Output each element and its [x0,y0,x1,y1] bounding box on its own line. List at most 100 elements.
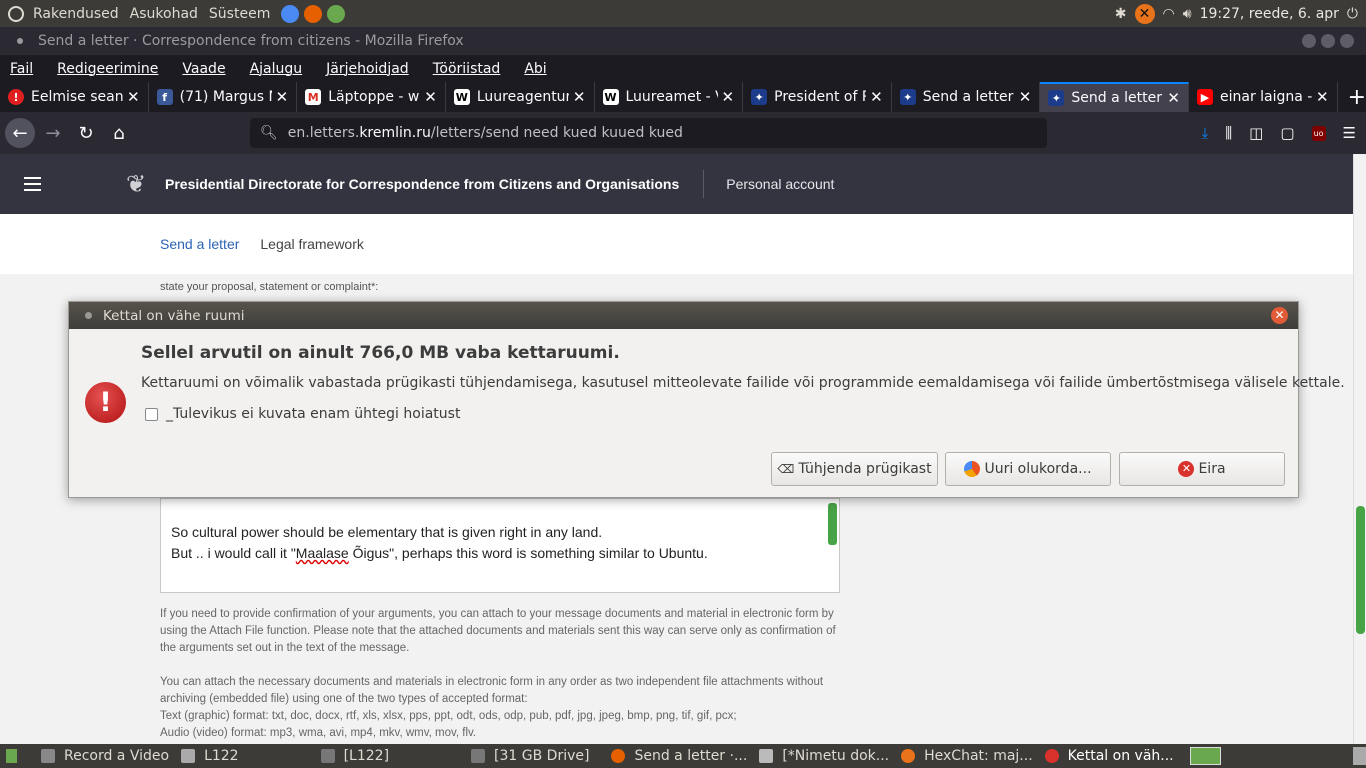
help-formats-text: Text (graphic) format: txt, doc, docx, r… [160,710,737,722]
menu-system[interactable]: Süsteem [209,6,270,22]
menu-tools[interactable]: Tööriistad [433,61,501,77]
tab-send-letter-1[interactable]: ✦ Send a letter ✕ [892,82,1041,112]
menu-history[interactable]: Ajalugu [250,61,303,77]
task-drive[interactable]: [31 GB Drive] [395,744,595,768]
url-bar[interactable]: 🔍︎ en.letters. kremlin.ru/letters/send ne… [250,118,1047,148]
tab-close-icon[interactable]: ✕ [1167,89,1180,107]
trash-icon[interactable] [1353,747,1366,765]
forward-button[interactable]: → [38,118,68,148]
ubuntu-logo-icon[interactable] [8,5,24,22]
dont-warn-label[interactable]: _Tulevikus ei kuvata enam ühtegi hoiatus… [166,406,460,422]
wikipedia-icon: W [453,89,470,105]
textarea-scrollbar[interactable] [826,499,839,593]
personal-account-link[interactable]: Personal account [726,176,834,192]
menu-edit[interactable]: Redigeerimine [57,61,158,77]
task-l122[interactable]: L122 [175,744,245,768]
app-launcher-icon[interactable] [327,4,346,23]
tab-close-icon[interactable]: ✕ [573,88,586,106]
page-scroll-thumb[interactable] [1356,506,1365,634]
window-title: Send a letter · Correspondence from citi… [38,33,464,49]
screenshot-icon[interactable]: ▢ [1280,124,1294,142]
volume-icon[interactable]: 🔊︎ [1183,6,1192,22]
tab-wikipedia-1[interactable]: W Luureagentur ✕ [446,82,595,112]
task-low-disk-dialog[interactable]: Kettal on väh... [1039,744,1180,768]
error-icon: ! [85,382,126,423]
download-icon[interactable]: ⤓ [1202,124,1209,142]
tab-close-icon[interactable]: ✕ [276,88,289,106]
tab-president[interactable]: ✦ President of R ✕ [743,82,892,112]
task-firefox[interactable]: Send a letter ·... [595,744,753,768]
page-scrollbar[interactable] [1353,154,1366,744]
tab-label: Läptoppe - w [328,89,420,105]
task-label: HexChat: maj... [924,748,1033,764]
system-tray: ✱ ✕ ◠ 🔊︎ 19:27, reede, 6. apr ⏻ [1115,0,1358,27]
hamburger-menu-icon[interactable] [24,177,41,191]
tab-facebook[interactable]: f (71) Margus M ✕ [149,82,298,112]
power-icon[interactable]: ⏻ [1347,6,1358,22]
menu-places[interactable]: Asukohad [130,6,198,22]
home-button[interactable]: ⌂ [104,118,134,148]
tab-close-icon[interactable]: ✕ [1019,88,1032,106]
new-tab-button[interactable]: + [1348,85,1366,110]
nav-legal-framework[interactable]: Legal framework [260,236,364,252]
menu-file[interactable]: Fail [10,61,33,77]
nav-send-letter[interactable]: Send a letter [160,236,239,252]
textarea-scroll-thumb[interactable] [828,503,837,545]
sidebar-icon[interactable]: ◫ [1249,124,1263,142]
menu-help[interactable]: Abi [524,61,546,77]
tab-close-icon[interactable]: ✕ [127,88,140,106]
library-icon[interactable]: ⫼ [1225,124,1232,142]
tab-close-icon[interactable]: ✕ [722,88,735,106]
ublock-icon[interactable]: uo [1311,125,1326,141]
dont-warn-checkbox[interactable] [145,407,158,421]
empty-trash-label: Tühjenda prügikast [798,461,932,477]
hexchat-tray-icon[interactable]: ✕ [1134,3,1155,24]
empty-trash-button[interactable]: ⌫ Tühjenda prügikast [771,452,938,486]
task-l122-min[interactable]: [L122] [245,744,395,768]
letter-textarea[interactable]: So cultural power should be elementary t… [160,498,840,593]
tab-session[interactable]: ! Eelmise seans ✕ [0,82,149,112]
tab-label: Send a letter [922,89,1014,105]
tab-send-letter-active[interactable]: ✦ Send a letter ✕ [1040,82,1189,112]
menu-applications[interactable]: Rakendused [33,6,119,22]
task-text-editor[interactable]: [*Nimetu dok... [753,744,895,768]
task-hexchat[interactable]: HexChat: maj... [895,744,1039,768]
tab-youtube[interactable]: ▶ einar laigna - ✕ [1189,82,1338,112]
url-prefix: en.letters. [287,125,360,141]
low-disk-dialog: Kettal on vähe ruumi ✕ ! Sellel arvutil … [68,301,1345,498]
tab-label: Send a letter [1071,90,1162,106]
clock[interactable]: 19:27, reede, 6. apr [1200,6,1339,22]
close-window-button[interactable] [1340,34,1354,48]
maximize-button[interactable] [1321,34,1335,48]
eagle-emblem-icon[interactable]: ❦ [121,169,151,199]
menu-bookmarks[interactable]: Järjehoidjad [326,61,409,77]
firefox-launcher-icon[interactable] [304,4,323,23]
dialog-titlebar: Kettal on vähe ruumi ✕ [69,302,1298,329]
menu-view[interactable]: Vaade [182,61,225,77]
workspace-switcher[interactable] [1189,747,1222,765]
dialog-close-button[interactable]: ✕ [1271,307,1288,324]
tab-close-icon[interactable]: ✕ [424,88,437,106]
wifi-icon[interactable]: ◠ [1163,6,1175,22]
task-record-video[interactable]: Record a Video [35,744,175,768]
task-label: Record a Video [63,748,170,764]
site-title[interactable]: Presidential Directorate for Corresponde… [165,176,679,192]
tab-close-icon[interactable]: ✕ [870,88,883,106]
alert-icon: ! [8,89,24,105]
tab-gmail[interactable]: M Läptoppe - w ✕ [297,82,446,112]
show-desktop-icon[interactable] [6,749,17,763]
kremlin-icon: ✦ [751,89,768,105]
dialog-body: Kettaruumi on võimalik vabastada prügika… [141,375,1345,391]
examine-button[interactable]: Uuri olukorda... [945,452,1111,486]
menu-icon[interactable]: ☰ [1343,124,1356,142]
bluetooth-icon[interactable]: ✱ [1115,6,1127,22]
chromium-launcher-icon[interactable] [281,4,300,23]
minimize-button[interactable] [1302,34,1316,48]
ignore-button[interactable]: ✕ Eira [1119,452,1285,486]
back-button[interactable]: ← [5,118,35,148]
tab-wikipedia-2[interactable]: W Luureamet - V ✕ [595,82,744,112]
dont-warn-checkbox-row[interactable]: _Tulevikus ei kuvata enam ühtegi hoiatus… [145,406,460,422]
task-label: L122 [204,748,239,764]
reload-button[interactable]: ↻ [71,118,101,148]
tab-close-icon[interactable]: ✕ [1316,88,1329,106]
